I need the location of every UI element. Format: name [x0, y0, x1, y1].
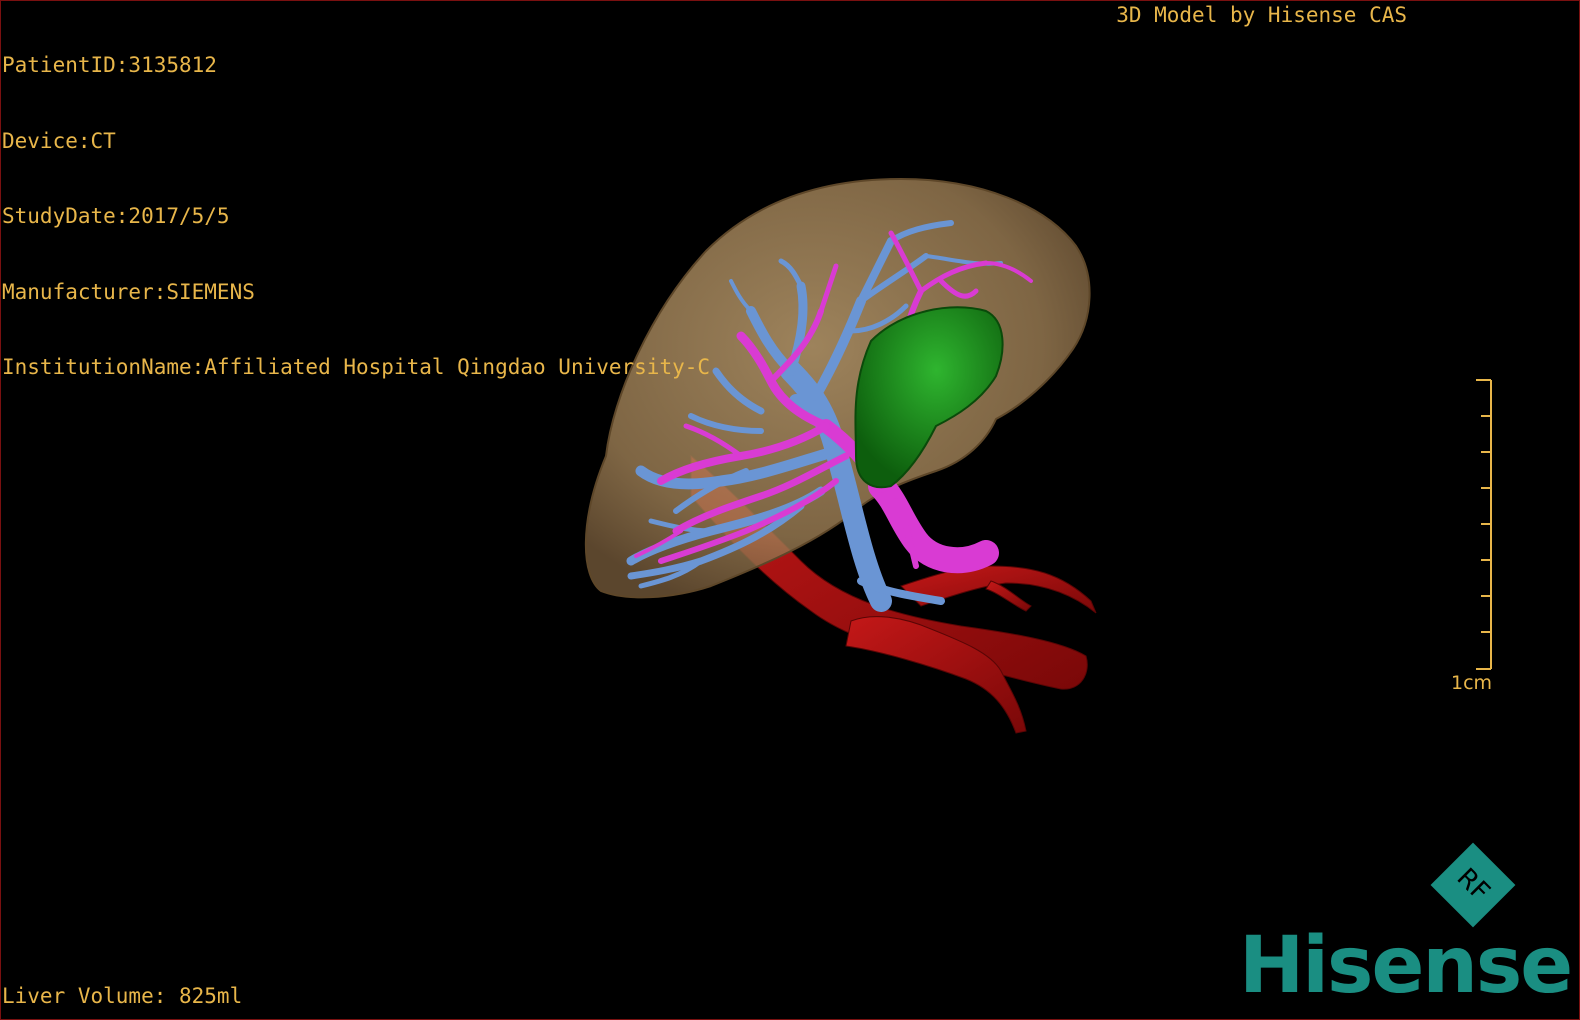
- device-text: Device:CT: [2, 128, 116, 153]
- 3d-viewport[interactable]: PatientID:3135812 Device:CT StudyDate:20…: [0, 0, 1580, 1020]
- manufacturer-text: Manufacturer:SIEMENS: [2, 279, 255, 304]
- patient-info-overlay: PatientID:3135812 Device:CT StudyDate:20…: [2, 3, 710, 431]
- scale-bar: [1476, 379, 1492, 670]
- institution-text: InstitutionName:Affiliated Hospital Qing…: [2, 355, 711, 379]
- hisense-logo-text: Hisense: [1239, 921, 1573, 1011]
- model-credit-text: 3D Model by Hisense CAS: [1116, 3, 1407, 27]
- patient-id-text: PatientID:3135812: [2, 53, 217, 77]
- study-date-text: StudyDate:2017/5/5: [2, 204, 230, 228]
- liver-volume-text: Liver Volume: 825ml: [2, 984, 243, 1008]
- scale-label: 1cm: [1451, 672, 1493, 694]
